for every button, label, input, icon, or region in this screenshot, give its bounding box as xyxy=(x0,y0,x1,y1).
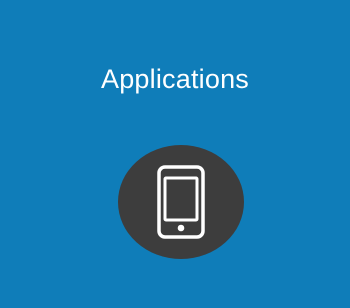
tile-title: Applications xyxy=(101,64,249,94)
icon-badge xyxy=(118,145,244,259)
applications-tile[interactable]: Applications xyxy=(0,0,350,308)
